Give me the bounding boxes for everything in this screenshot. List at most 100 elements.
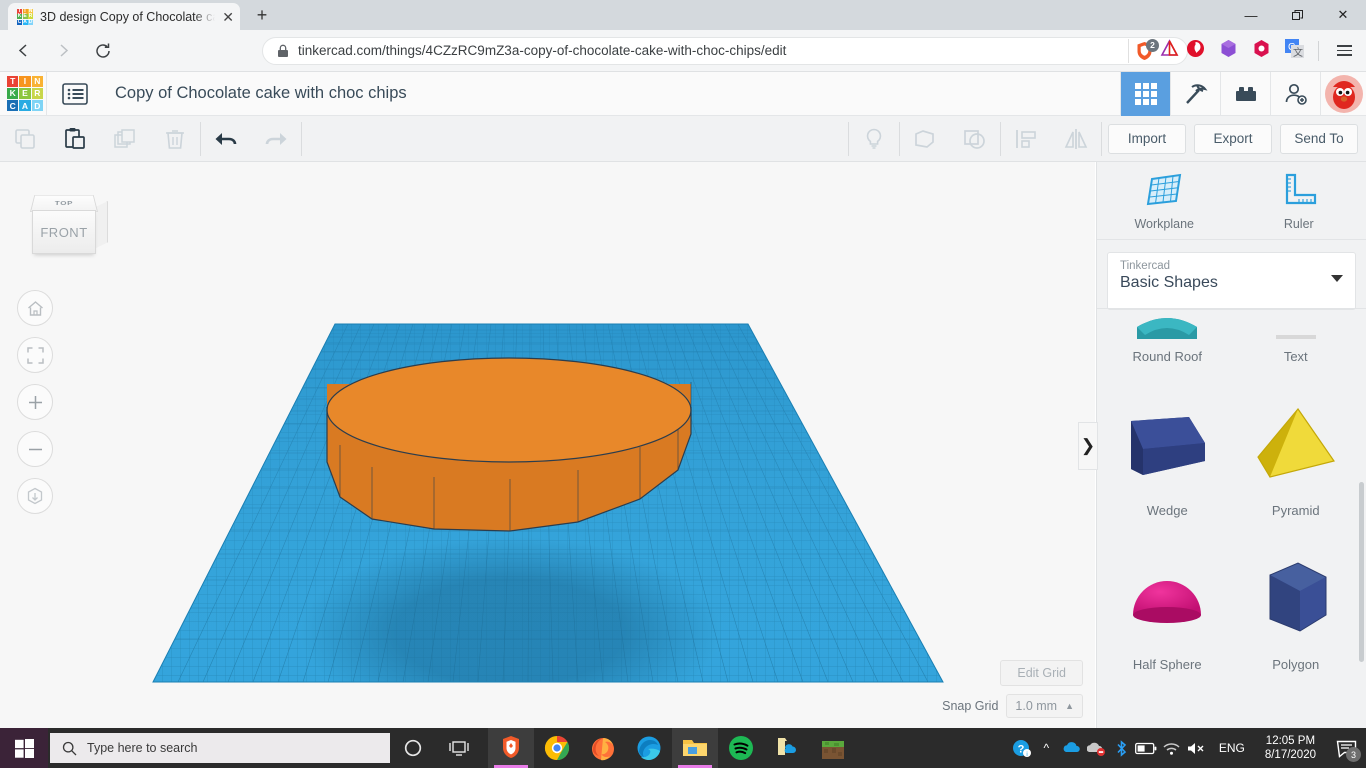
bluetooth-icon[interactable] — [1109, 728, 1134, 768]
delete-icon[interactable] — [150, 116, 200, 162]
view-cube-front-label: FRONT — [40, 225, 87, 240]
browser-tab[interactable]: TINKERCAD 3D design Copy of Chocolate ca… — [8, 3, 240, 30]
spotify-app[interactable] — [718, 728, 764, 768]
shields-count-badge: 2 — [1146, 39, 1159, 52]
paste-icon[interactable] — [50, 116, 100, 162]
extension-icons: G文 — [1186, 39, 1356, 63]
blocks-icon[interactable] — [1220, 72, 1270, 116]
group-icon[interactable] — [900, 116, 950, 162]
export-button[interactable]: Export — [1194, 124, 1272, 154]
minecraft-app[interactable] — [810, 728, 856, 768]
editor-toolbar: Import Export Send To — [0, 116, 1366, 162]
back-button[interactable] — [6, 34, 40, 68]
clock[interactable]: 12:05 PM 8/17/2020 — [1255, 734, 1326, 762]
shape-row: Round Roof Text — [1103, 308, 1360, 370]
battery-icon[interactable] — [1134, 728, 1159, 768]
shape-row: Wedge Pyramid — [1103, 370, 1360, 524]
import-button[interactable]: Import — [1108, 124, 1186, 154]
start-button[interactable] — [0, 728, 48, 768]
volume-muted-icon[interactable] — [1184, 728, 1209, 768]
pickaxe-icon[interactable] — [1170, 72, 1220, 116]
workplane-tool[interactable]: Workplane — [1097, 162, 1232, 239]
google-translate-extension-icon[interactable]: G文 — [1285, 39, 1304, 63]
design-canvas[interactable]: TOP FRONT Edit Gri — [0, 162, 1095, 728]
shape-item-half-sphere[interactable]: Half Sphere — [1103, 524, 1232, 678]
metamask-extension-icon[interactable] — [1219, 39, 1238, 63]
edit-grid-button[interactable]: Edit Grid — [1000, 660, 1083, 686]
wifi-icon[interactable] — [1159, 728, 1184, 768]
edge-app[interactable] — [626, 728, 672, 768]
maximize-button[interactable] — [1274, 0, 1320, 30]
workplane-3d-scene[interactable] — [0, 162, 1095, 728]
zoom-out-button[interactable] — [17, 431, 53, 467]
language-indicator[interactable]: ENG — [1209, 741, 1255, 755]
align-icon[interactable] — [1001, 116, 1051, 162]
ruler-tool-label: Ruler — [1284, 217, 1314, 231]
copy-icon[interactable] — [0, 116, 50, 162]
view-cube[interactable]: TOP FRONT — [22, 186, 106, 266]
brave-app[interactable] — [488, 728, 534, 768]
duplicate-icon[interactable] — [100, 116, 150, 162]
ruler-tool[interactable]: Ruler — [1232, 162, 1366, 239]
mirror-icon[interactable] — [1051, 116, 1101, 162]
honey-extension-icon[interactable] — [1186, 39, 1205, 63]
onedrive-tray-icon[interactable] — [1059, 728, 1084, 768]
address-bar[interactable]: tinkercad.com/things/4CZzRC9mZ3a-copy-of… — [262, 37, 1188, 65]
shape-item-wedge[interactable]: Wedge — [1103, 370, 1232, 524]
send-to-button[interactable]: Send To — [1280, 124, 1358, 154]
invite-user-icon[interactable] — [1270, 72, 1320, 116]
search-input[interactable]: Type here to search — [50, 733, 390, 763]
header-right-actions — [1120, 72, 1366, 116]
design-list-button[interactable] — [47, 83, 103, 105]
panel-scrollbar[interactable] — [1359, 482, 1364, 662]
reload-button[interactable] — [86, 34, 120, 68]
shape-item-round-roof[interactable]: Round Roof — [1103, 308, 1232, 370]
collapse-panel-button[interactable]: ❯ — [1078, 422, 1098, 470]
shape-item-pyramid[interactable]: Pyramid — [1232, 370, 1361, 524]
home-view-button[interactable] — [17, 290, 53, 326]
redo-icon[interactable] — [251, 116, 301, 162]
chrome-app[interactable] — [534, 728, 580, 768]
clock-time: 12:05 PM — [1266, 734, 1315, 748]
tab-close-icon[interactable]: ✕ — [222, 10, 234, 24]
browser-menu-button[interactable] — [1333, 41, 1356, 60]
firefox-app[interactable] — [580, 728, 626, 768]
help-icon[interactable]: ?i — [1009, 728, 1034, 768]
view-cube-front-face[interactable]: FRONT — [32, 210, 96, 254]
poly-extension-icon[interactable] — [1252, 39, 1271, 63]
shape-label: Polygon — [1272, 657, 1319, 672]
minimize-button[interactable]: — — [1228, 0, 1274, 30]
logo-tile: R — [32, 88, 43, 99]
view-navigation-controls — [17, 290, 53, 514]
ungroup-icon[interactable] — [950, 116, 1000, 162]
forward-button[interactable] — [46, 34, 80, 68]
grid-icon[interactable] — [1120, 72, 1170, 116]
toolbar-divider — [1318, 41, 1319, 61]
notifications-button[interactable]: 3 — [1326, 728, 1366, 768]
zoom-in-button[interactable] — [17, 384, 53, 420]
dnd-icon[interactable] — [1084, 728, 1109, 768]
brave-rewards-icon[interactable] — [1160, 39, 1179, 63]
shape-item-text[interactable]: Text — [1232, 308, 1361, 370]
windows-taskbar: Type here to search — [0, 728, 1366, 768]
new-tab-button[interactable]: + — [250, 5, 274, 27]
undo-icon[interactable] — [201, 116, 251, 162]
brave-shields-button[interactable]: 2 — [1135, 41, 1154, 61]
shape-label: Round Roof — [1133, 349, 1202, 364]
onedrive-app[interactable] — [764, 728, 810, 768]
chevron-down-icon — [1331, 275, 1343, 282]
tray-expand-chevron-icon[interactable]: ^ — [1034, 728, 1059, 768]
shape-item-polygon[interactable]: Polygon — [1232, 524, 1361, 678]
avatar[interactable] — [1320, 72, 1366, 116]
snap-grid-select[interactable]: 1.0 mm ▲ — [1006, 694, 1083, 718]
tinkercad-logo[interactable]: TINKERCAD — [4, 73, 46, 115]
task-view-button[interactable] — [436, 728, 482, 768]
notes-icon[interactable] — [849, 116, 899, 162]
cortana-button[interactable] — [390, 728, 436, 768]
shape-library-dropdown[interactable]: Tinkercad Basic Shapes — [1107, 252, 1356, 310]
fit-view-button[interactable] — [17, 337, 53, 373]
file-explorer-app[interactable] — [672, 728, 718, 768]
close-button[interactable]: ✕ — [1320, 0, 1366, 30]
logo-tile: D — [32, 100, 43, 111]
perspective-toggle-button[interactable] — [17, 478, 53, 514]
